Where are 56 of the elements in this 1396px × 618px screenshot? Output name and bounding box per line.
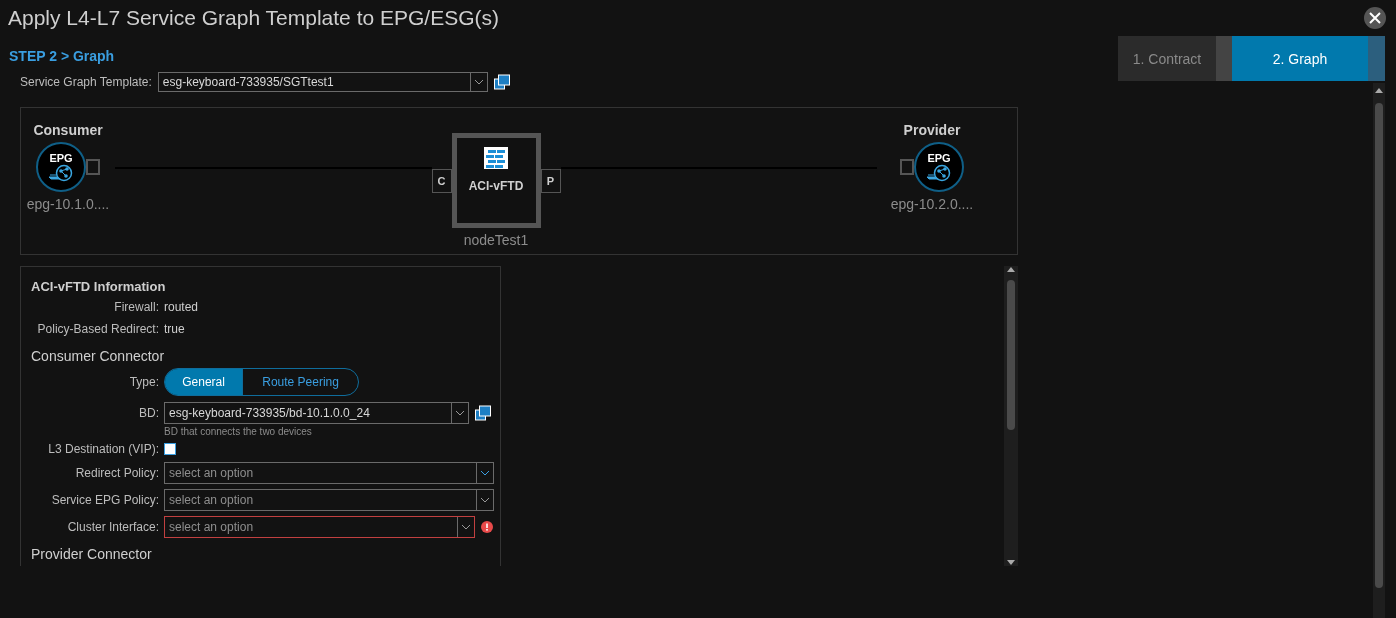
option-select[interactable]: select an option [164, 489, 494, 511]
connector-port: P [540, 168, 561, 193]
scroll-up-icon[interactable] [1375, 87, 1383, 93]
scroll-up-icon[interactable] [1007, 266, 1015, 272]
caret-icon [461, 524, 471, 530]
field-label: Redirect Policy: [74, 466, 159, 480]
endpoint-heading: Provider [903, 122, 961, 138]
epg-node[interactable]: EPG [914, 142, 964, 192]
connector-port: C [431, 168, 452, 193]
caret-icon [480, 470, 490, 476]
epg-node[interactable]: EPG [36, 142, 86, 192]
option-select[interactable]: select an option [164, 462, 494, 484]
open-window-icon[interactable] [493, 74, 510, 90]
step-label: STEP 2 > Graph [9, 48, 115, 64]
wizard-step[interactable]: 2. Graph [1232, 36, 1385, 81]
close-icon [1369, 12, 1381, 24]
field-label: BD: [138, 406, 159, 420]
property-label: Policy-Based Redirect: [36, 322, 159, 336]
connector-port [86, 159, 100, 175]
caret-icon [473, 79, 484, 85]
dialog-title: Apply L4-L7 Service Graph Template to EPG/ESG(s) [8, 5, 499, 30]
field-hint: BD that connects the two devices [164, 426, 313, 437]
caret-icon [455, 410, 465, 416]
scroll-down-icon[interactable] [1007, 560, 1015, 566]
epg-name: epg-10.1.0.... [26, 196, 110, 212]
scrollbar[interactable] [1373, 83, 1385, 618]
field-label: Service EPG Policy: [50, 493, 159, 507]
property-label: Firewall: [113, 300, 159, 314]
section-heading: Consumer Connector [31, 348, 166, 364]
network-hand-icon [926, 164, 952, 182]
network-hand-icon [48, 164, 74, 182]
firewall-icon [484, 147, 508, 169]
error-icon [481, 521, 493, 533]
property-value: routed [164, 300, 200, 314]
close-button[interactable] [1364, 7, 1386, 29]
segment-button[interactable]: Route Peering [243, 369, 358, 395]
property-value: true [164, 322, 186, 336]
section-heading: Provider Connector [31, 546, 153, 562]
open-window-icon[interactable] [475, 405, 491, 421]
segment-button[interactable]: General [165, 369, 244, 395]
epg-name: epg-10.2.0.... [890, 196, 974, 212]
option-select[interactable]: select an option [164, 516, 475, 538]
template-select[interactable]: esg-keyboard-733935/SGTtest1 [157, 72, 488, 92]
service-node[interactable]: ACI-vFTD [451, 133, 541, 228]
field-label: Service Graph Template: [20, 75, 152, 89]
panel-title: ACI-vFTD Information [31, 279, 167, 294]
field-label: Cluster Interface: [66, 520, 159, 534]
node-name: nodeTest1 [463, 232, 529, 248]
field-label: L3 Destination (VIP): [47, 442, 159, 456]
scrollbar[interactable] [1004, 266, 1018, 566]
wizard-step[interactable]: 1. Contract [1118, 36, 1232, 81]
bd-select[interactable]: esg-keyboard-733935/bd-10.1.0.0_24 [164, 402, 469, 424]
caret-icon [480, 497, 490, 503]
endpoint-heading: Consumer [33, 122, 103, 138]
checkbox[interactable] [164, 443, 176, 455]
field-label: Type: [128, 375, 159, 389]
